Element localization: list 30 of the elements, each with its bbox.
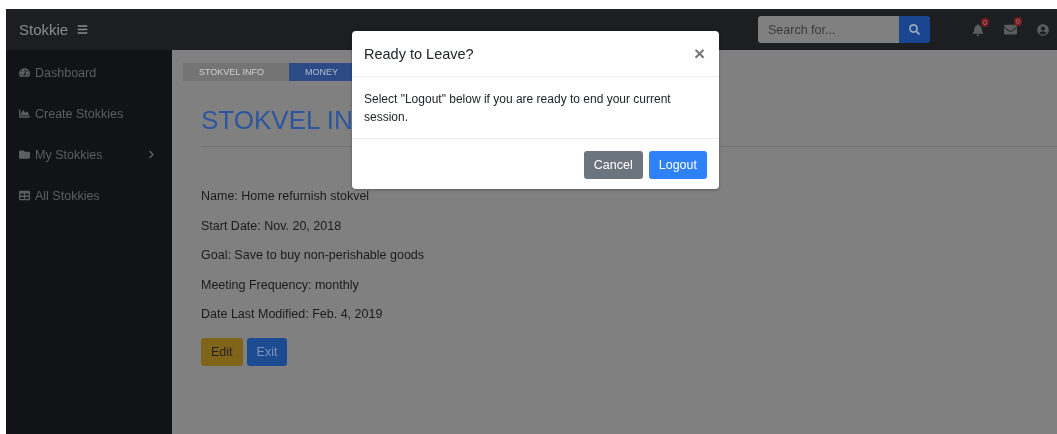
search-field[interactable]: Search for... [758, 16, 899, 43]
page-heading: STOKVEL IN [201, 104, 353, 137]
detail-text: Start Date: Nov. 20, 2018 [201, 218, 343, 234]
search-button[interactable] [899, 16, 930, 43]
sidebar-item[interactable]: Create Stokkies [6, 93, 172, 134]
detail-text: Meeting Frequency: monthly [201, 277, 360, 293]
menu-icon[interactable] [77, 24, 89, 35]
sidebar-item[interactable]: My Stokkies [6, 134, 172, 175]
detail-text: Date Last Modified: Feb. 4, 2019 [201, 307, 384, 323]
detail-text: Name: Home refurnish stokvel [201, 189, 371, 205]
envelope-icon[interactable] [1004, 23, 1017, 36]
cancel-button[interactable]: Cancel [583, 151, 643, 179]
user-icon[interactable] [1037, 23, 1049, 36]
sidebar-item[interactable]: All Stokkies [6, 175, 172, 216]
bell-icon[interactable] [972, 23, 984, 36]
tab[interactable]: STOKVEL INFO [183, 63, 290, 81]
close-button[interactable]: × [691, 44, 707, 63]
exit-button[interactable]: Exit [246, 337, 288, 366]
area-chart-icon [19, 108, 30, 119]
folder-icon [19, 149, 30, 160]
edit-button[interactable]: Edit [201, 337, 243, 366]
logout-button[interactable]: Logout [648, 151, 707, 179]
dialog-message: Select "Logout" below if you are ready to end your current session. [352, 77, 719, 139]
search-icon [909, 24, 920, 35]
detail-text: Goal: Save to buy non-perishable goods [201, 248, 426, 264]
dialog-title: Ready to Leave? [364, 45, 474, 62]
table-icon [19, 190, 30, 201]
sidebar-item[interactable]: Dashboard [6, 52, 172, 93]
brand-name[interactable]: Stokkie [19, 21, 69, 38]
dashboard-gauge-icon [19, 67, 30, 78]
